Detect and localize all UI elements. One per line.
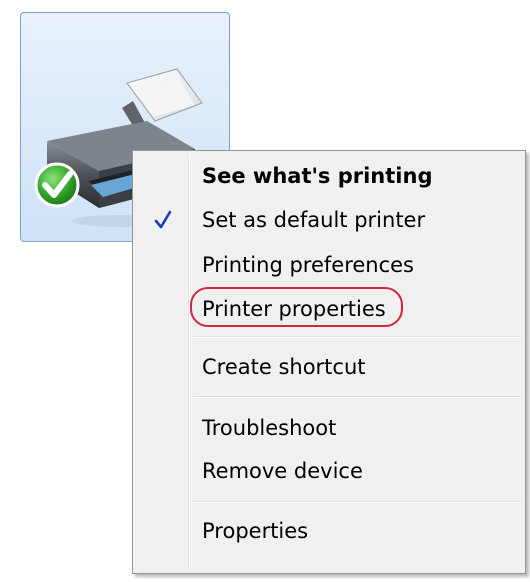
menu-item-label: Printer properties bbox=[202, 297, 386, 321]
menu-separator bbox=[193, 396, 521, 398]
menu-item-label: Troubleshoot bbox=[202, 416, 337, 440]
desktop: See what's printing Set as default print… bbox=[0, 0, 530, 582]
context-menu: See what's printing Set as default print… bbox=[132, 150, 526, 574]
menu-item-label: Set as default printer bbox=[202, 208, 426, 232]
menu-item-label: Create shortcut bbox=[202, 355, 366, 379]
checkmark-icon bbox=[154, 210, 172, 229]
menu-item-remove-device[interactable]: Remove device bbox=[135, 451, 523, 491]
menu-item-printer-properties[interactable]: Printer properties bbox=[135, 287, 523, 329]
menu-item-troubleshoot[interactable]: Troubleshoot bbox=[135, 408, 523, 448]
menu-item-label: See what's printing bbox=[202, 164, 433, 188]
menu-item-label: Properties bbox=[202, 519, 309, 543]
menu-item-printing-preferences[interactable]: Printing preferences bbox=[135, 245, 523, 285]
menu-item-label: Remove device bbox=[202, 459, 363, 483]
menu-item-create-shortcut[interactable]: Create shortcut bbox=[135, 347, 523, 387]
menu-separator bbox=[193, 336, 521, 338]
menu-item-see-whats-printing[interactable]: See what's printing bbox=[135, 156, 523, 196]
menu-item-properties[interactable]: Properties bbox=[135, 511, 523, 551]
menu-item-set-default-printer[interactable]: Set as default printer bbox=[135, 200, 523, 240]
menu-separator bbox=[193, 501, 521, 503]
menu-item-label: Printing preferences bbox=[202, 253, 414, 277]
